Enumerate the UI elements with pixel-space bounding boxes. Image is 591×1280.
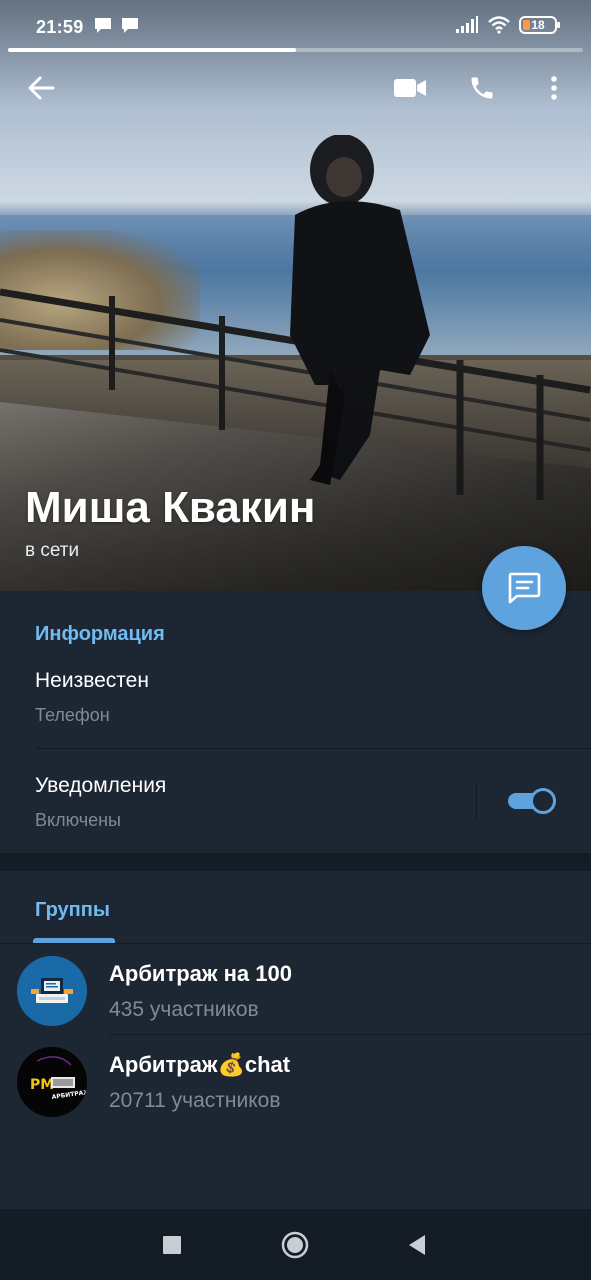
phone-label: Телефон: [35, 705, 110, 725]
info-section: Информация Неизвестен Телефон Уведомлени…: [0, 591, 591, 853]
system-status-icons: 18: [455, 16, 560, 34]
info-section-title: Информация: [35, 623, 165, 645]
story-progress-bar: [8, 48, 583, 52]
send-message-button[interactable]: [482, 546, 566, 630]
home-button[interactable]: [275, 1225, 315, 1265]
group-list-item[interactable]: Арбитраж на 100 435 участников: [0, 944, 591, 1035]
story-progress-fill: [8, 48, 296, 52]
battery-icon: 18: [519, 16, 560, 34]
section-gap: [0, 853, 591, 871]
notifications-value: Уведомления: [35, 774, 167, 797]
group-avatar: [17, 956, 87, 1026]
signal-icon: [456, 16, 478, 33]
computer-icon: [17, 956, 87, 1026]
group-members-count: 20711 участников: [109, 1089, 281, 1112]
profile-name: Миша Квакин: [25, 483, 316, 532]
square-icon: [163, 1236, 181, 1254]
video-call-button[interactable]: [390, 68, 430, 108]
group-avatar: PM АРБИТРАЖ ЧАТ: [17, 1047, 87, 1117]
svg-text:PM: PM: [30, 1077, 54, 1093]
notifications-toggle[interactable]: [508, 788, 558, 814]
notifications-label: Включены: [35, 810, 121, 830]
phone-call-button[interactable]: [462, 68, 502, 108]
status-time: 21:59: [36, 17, 84, 37]
toggle-knob: [530, 788, 556, 814]
notification-icons: [94, 17, 139, 35]
back-nav-button[interactable]: [397, 1225, 437, 1265]
phone-call-icon: [471, 77, 493, 99]
message-notification-icon: [122, 18, 138, 33]
message-icon: [508, 572, 541, 604]
back-button[interactable]: [21, 68, 61, 108]
more-vertical-icon: [551, 76, 557, 100]
group-name: Арбитраж на 100: [109, 961, 292, 986]
system-navigation-bar: [0, 1209, 591, 1280]
video-call-icon: [394, 79, 426, 97]
more-button[interactable]: [534, 68, 574, 108]
profile-toolbar: [0, 60, 591, 116]
group-members-count: 435 участников: [109, 998, 259, 1021]
message-notification-icon: [95, 18, 111, 33]
recents-button[interactable]: [152, 1225, 192, 1265]
profile-status: в сети: [25, 540, 80, 561]
wifi-icon: [488, 16, 510, 34]
phone-value: Неизвестен: [35, 669, 149, 692]
triangle-back-icon: [409, 1235, 425, 1255]
back-arrow-icon: [28, 76, 55, 100]
tab-groups[interactable]: Группы: [35, 899, 110, 922]
group-list-item[interactable]: PM АРБИТРАЖ ЧАТ Арбитраж💰chat 20711 учас…: [0, 1035, 591, 1126]
battery-level: 18: [531, 18, 545, 32]
circle-icon: [281, 1231, 309, 1259]
groups-section: Группы Арбитраж на 100 435 участников PM…: [0, 871, 591, 1209]
group-logo: PM АРБИТРАЖ ЧАТ: [17, 1047, 87, 1117]
status-bar: 21:59 18: [0, 0, 591, 48]
row-divider: [35, 748, 591, 749]
group-name: Арбитраж💰chat: [109, 1052, 291, 1077]
toggle-separator: [476, 783, 477, 819]
